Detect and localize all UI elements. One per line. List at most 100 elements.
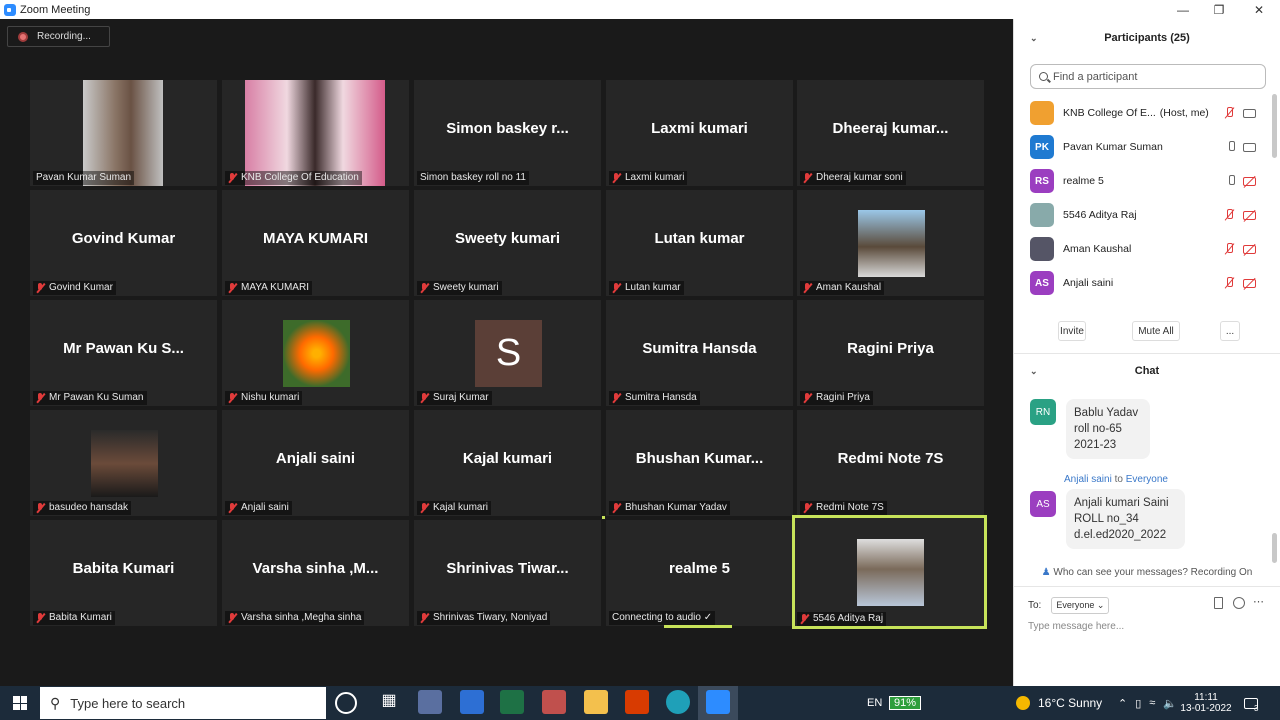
video-icon[interactable] (1243, 108, 1256, 118)
participant-scrollbar[interactable] (1272, 94, 1277, 158)
participant-name-text: Varsha sinha ,Megha sinha (241, 612, 362, 623)
app-icon[interactable] (542, 690, 566, 714)
participant-tile[interactable]: Anjali saini Anjali saini (222, 410, 409, 516)
participant-name-label: Anjali saini (225, 501, 292, 515)
recipient-select[interactable]: Everyone ⌄ (1051, 597, 1110, 614)
chevron-down-icon[interactable]: ⌄ (1030, 366, 1038, 377)
participant-tile[interactable]: MAYA KUMARI MAYA KUMARI (222, 190, 409, 296)
task-view-icon[interactable]: ▦ (377, 690, 401, 714)
participant-search-input[interactable]: Find a participant (1030, 64, 1266, 89)
participant-tile[interactable]: Govind Kumar Govind Kumar (30, 190, 217, 296)
excel-icon[interactable] (500, 690, 524, 714)
video-off-icon[interactable] (1243, 244, 1256, 254)
chevron-down-icon[interactable]: ⌄ (1030, 33, 1038, 44)
mic-muted-icon (803, 283, 812, 293)
avatar (1030, 101, 1054, 125)
more-options-button[interactable]: ... (1220, 321, 1240, 341)
store-icon[interactable] (460, 690, 484, 714)
minimize-button[interactable]: — (1164, 0, 1202, 19)
volume-icon[interactable]: 🔈 (1163, 697, 1177, 710)
participant-tile[interactable]: Lutan kumar Lutan kumar (606, 190, 793, 296)
participant-tile[interactable]: Aman Kaushal (797, 190, 984, 296)
profile-picture (857, 539, 924, 606)
participant-tile[interactable]: realme 5 Connecting to audio ✓ (606, 520, 793, 626)
weather-widget[interactable]: 16°C Sunny (1016, 686, 1102, 720)
participant-status-icons (1227, 175, 1256, 187)
participant-row[interactable]: Aman Kaushal (1030, 232, 1256, 266)
mute-all-button[interactable]: Mute All (1132, 321, 1180, 341)
video-off-icon[interactable] (1243, 176, 1256, 186)
mic-muted-icon (420, 393, 429, 403)
more-icon[interactable]: ⋯ (1253, 595, 1264, 608)
sender-name[interactable]: Anjali saini (1064, 474, 1112, 485)
participant-tile[interactable]: Bhushan Kumar... Bhushan Kumar Yadav (606, 410, 793, 516)
mic-muted-icon (612, 283, 621, 293)
participant-tile[interactable]: 5546 Aditya Raj (792, 515, 987, 629)
participant-tile[interactable]: Ragini Priya Ragini Priya (797, 300, 984, 406)
participants-header[interactable]: ⌄ Participants (25) (1014, 26, 1280, 50)
privacy-note[interactable]: ♟ Who can see your messages? Recording O… (1014, 567, 1280, 578)
restore-button[interactable]: ❐ (1200, 0, 1238, 19)
file-explorer-icon[interactable] (584, 690, 608, 714)
edge-icon[interactable] (666, 690, 690, 714)
participant-name-label: Suraj Kumar (417, 391, 492, 405)
participant-row[interactable]: AS Anjali saini (1030, 266, 1256, 300)
participant-row[interactable]: 5546 Aditya Raj (1030, 198, 1256, 232)
language-indicator[interactable]: EN (867, 686, 882, 720)
mic-muted-icon[interactable] (1223, 277, 1235, 289)
profile-picture (91, 430, 158, 497)
video-off-icon[interactable] (1243, 210, 1256, 220)
mic-icon[interactable] (1227, 141, 1235, 153)
participant-tile[interactable]: KNB College Of Education (222, 80, 409, 186)
participant-row[interactable]: PK Pavan Kumar Suman (1030, 130, 1256, 164)
participant-tile[interactable]: Sumitra Hansda Sumitra Hansda (606, 300, 793, 406)
mic-muted-icon[interactable] (1223, 209, 1235, 221)
participant-tile[interactable]: Kajal kumari Kajal kumari (414, 410, 601, 516)
close-button[interactable]: ✕ (1240, 0, 1278, 19)
chevron-up-icon[interactable]: ⌃ (1118, 697, 1127, 710)
participant-tile[interactable]: Shrinivas Tiwar... Shrinivas Tiwary, Noni… (414, 520, 601, 626)
participant-tile[interactable]: Varsha sinha ,M... Varsha sinha ,Megha si… (222, 520, 409, 626)
chat-scrollbar[interactable] (1272, 533, 1277, 563)
mic-muted-icon[interactable] (1223, 107, 1235, 119)
participant-tile[interactable]: Mr Pawan Ku S... Mr Pawan Ku Suman (30, 300, 217, 406)
participant-display-name: MAYA KUMARI (262, 230, 368, 247)
participant-name-text: Lutan kumar (625, 282, 681, 293)
mic-muted-icon[interactable] (1223, 243, 1235, 255)
participant-name-label: Sweety kumari (417, 281, 502, 295)
wifi-icon[interactable]: ≈ (1149, 697, 1155, 709)
emoji-icon[interactable] (1233, 597, 1245, 609)
chat-message-input[interactable]: Type message here... (1028, 621, 1124, 632)
remote-app-icon[interactable] (418, 690, 442, 714)
participant-status-icons (1223, 107, 1256, 119)
office-icon[interactable] (625, 690, 649, 714)
invite-button[interactable]: Invite (1058, 321, 1086, 341)
participant-tile[interactable]: Pavan Kumar Suman (30, 80, 217, 186)
battery-indicator[interactable]: 91% (889, 686, 922, 720)
chat-header[interactable]: ⌄ Chat (1014, 359, 1280, 383)
cortana-icon[interactable] (335, 692, 357, 714)
participant-tile[interactable]: Dheeraj kumar... Dheeraj kumar soni (797, 80, 984, 186)
mic-icon[interactable] (1227, 175, 1235, 187)
participant-row[interactable]: RS realme 5 (1030, 164, 1256, 198)
recording-indicator[interactable]: Recording... (7, 26, 110, 47)
start-button[interactable] (0, 686, 40, 720)
participant-tile[interactable]: Sweety kumari Sweety kumari (414, 190, 601, 296)
taskbar-search-input[interactable]: ⚲ Type here to search (40, 687, 326, 719)
participant-tile[interactable]: S Suraj Kumar (414, 300, 601, 406)
clock[interactable]: 11:11 13-01-2022 (1180, 686, 1232, 720)
notification-button[interactable]: 3 (1244, 686, 1258, 720)
participant-tile[interactable]: Babita Kumari Babita Kumari (30, 520, 217, 626)
avatar: RN (1030, 399, 1056, 425)
participant-tile[interactable]: Redmi Note 7S Redmi Note 7S (797, 410, 984, 516)
battery-icon[interactable]: ▯ (1135, 697, 1141, 710)
video-off-icon[interactable] (1243, 278, 1256, 288)
participant-tile[interactable]: Laxmi kumari Laxmi kumari (606, 80, 793, 186)
video-icon[interactable] (1243, 142, 1256, 152)
file-icon[interactable] (1214, 597, 1223, 609)
participant-row[interactable]: KNB College Of E... (Host, me) (1030, 96, 1256, 130)
participant-tile[interactable]: basudeo hansdak (30, 410, 217, 516)
participant-tile[interactable]: Simon baskey r... Simon baskey roll no 11 (414, 80, 601, 186)
participant-tile[interactable]: Nishu kumari (222, 300, 409, 406)
recipient-name[interactable]: Everyone (1126, 474, 1168, 485)
